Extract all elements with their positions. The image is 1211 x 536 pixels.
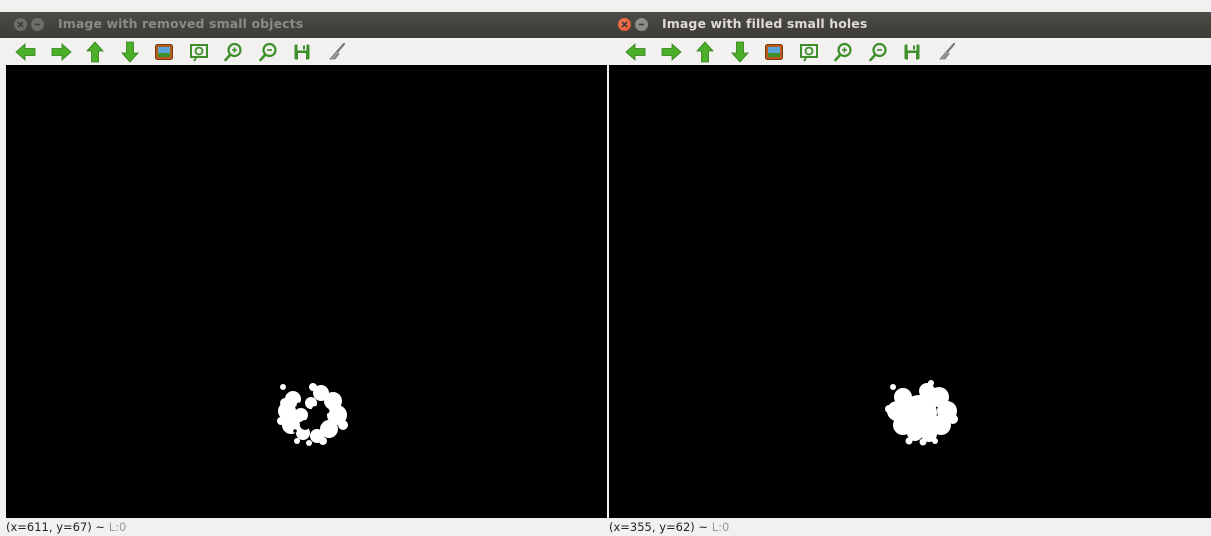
image-canvas[interactable]	[609, 65, 1211, 518]
zoom-out-button[interactable]	[251, 40, 286, 64]
properties-icon	[328, 42, 345, 59]
arrow-down-icon	[730, 41, 749, 63]
window-removed-small-objects: Image with removed small objects (x=611,…	[0, 0, 607, 536]
properties-button[interactable]	[930, 40, 965, 64]
status-level: L:0	[108, 520, 127, 534]
minimize-button[interactable]	[635, 18, 648, 31]
status-coordinates: (x=355, y=62)	[609, 520, 695, 534]
pan-right-button[interactable]	[654, 40, 689, 64]
pan-right-button[interactable]	[44, 40, 79, 64]
minimize-icon	[35, 23, 40, 26]
status-level: L:0	[711, 520, 730, 534]
minimize-button[interactable]	[31, 18, 44, 31]
binary-blob-filled	[885, 380, 958, 446]
save-button[interactable]	[285, 40, 320, 64]
reset-zoom-button[interactable]	[147, 40, 182, 64]
titlebar[interactable]: Image with filled small holes	[607, 12, 1211, 38]
zoom-out-icon	[258, 42, 277, 61]
pan-down-button[interactable]	[723, 40, 758, 64]
binary-blob-with-holes	[277, 383, 348, 446]
window-filled-small-holes: Image with filled small holes (x=355, y=…	[607, 0, 1211, 536]
zoom-out-button[interactable]	[861, 40, 896, 64]
arrow-up-icon	[86, 40, 105, 62]
pan-left-button[interactable]	[619, 40, 654, 64]
status-separator: ~	[694, 520, 712, 534]
zoom-in-button[interactable]	[826, 40, 861, 64]
status-bar: (x=611, y=67) ~ L:0	[0, 518, 607, 536]
image-canvas[interactable]	[6, 65, 607, 518]
status-coordinates: (x=611, y=67)	[6, 520, 92, 534]
minimize-icon	[639, 23, 644, 26]
zoom-in-button[interactable]	[216, 40, 251, 64]
toolbar	[0, 38, 607, 65]
zoom-out-icon	[868, 42, 887, 61]
close-button[interactable]	[14, 18, 27, 31]
arrow-right-icon	[51, 42, 72, 61]
status-bar: (x=355, y=62) ~ L:0	[607, 518, 1211, 536]
arrow-left-icon	[625, 42, 646, 61]
window-title: Image with removed small objects	[58, 16, 304, 31]
properties-icon	[938, 42, 955, 59]
close-icon	[17, 21, 24, 28]
status-separator: ~	[91, 520, 109, 534]
window-title: Image with filled small holes	[662, 16, 868, 31]
zoom-fit-button[interactable]	[182, 40, 217, 64]
image-icon	[765, 43, 784, 60]
toolbar	[607, 38, 1211, 65]
zoom-in-icon	[834, 42, 852, 61]
save-icon	[904, 44, 920, 59]
close-icon	[621, 21, 628, 28]
save-button[interactable]	[895, 40, 930, 64]
zoom-fit-button[interactable]	[792, 40, 827, 64]
pan-down-button[interactable]	[113, 40, 148, 64]
properties-button[interactable]	[320, 40, 355, 64]
zoom-fit-icon	[189, 43, 208, 62]
pan-up-button[interactable]	[688, 40, 723, 64]
zoom-fit-icon	[799, 43, 818, 62]
close-button[interactable]	[618, 18, 631, 31]
save-icon	[294, 44, 310, 59]
reset-zoom-button[interactable]	[757, 40, 792, 64]
arrow-down-icon	[120, 41, 139, 63]
zoom-in-icon	[224, 42, 242, 61]
pan-up-button[interactable]	[78, 40, 113, 64]
arrow-left-icon	[15, 42, 36, 61]
pan-left-button[interactable]	[9, 40, 44, 64]
arrow-right-icon	[661, 42, 682, 61]
arrow-up-icon	[696, 40, 715, 62]
image-icon	[155, 43, 174, 60]
titlebar[interactable]: Image with removed small objects	[0, 12, 607, 38]
